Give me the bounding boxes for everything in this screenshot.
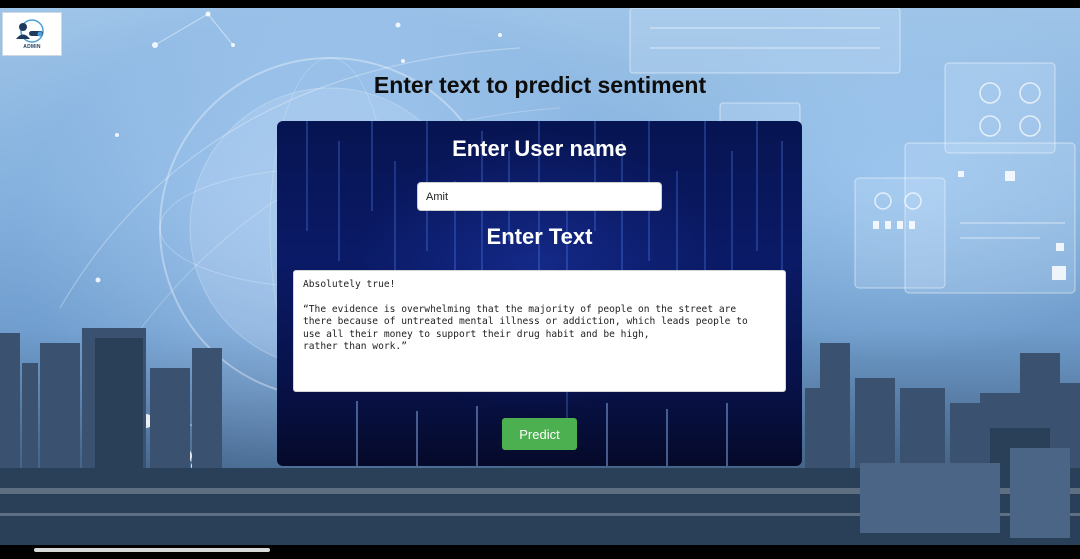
logo-label: ADMIN bbox=[23, 43, 41, 50]
predict-button[interactable]: Predict bbox=[502, 418, 577, 450]
window-top-bar bbox=[0, 0, 1080, 8]
page-title: Enter text to predict sentiment bbox=[373, 72, 707, 98]
username-input[interactable] bbox=[417, 182, 662, 211]
horizontal-scrollbar[interactable] bbox=[34, 548, 270, 552]
admin-user-icon bbox=[16, 18, 44, 43]
sentiment-text-input[interactable] bbox=[293, 270, 786, 392]
text-heading: Enter Text bbox=[486, 224, 593, 249]
window-bottom-bar bbox=[0, 545, 1080, 559]
sentiment-form-card: Enter User name Enter Text Predict bbox=[277, 121, 802, 466]
username-heading: Enter User name bbox=[452, 136, 627, 161]
admin-logo: ADMIN bbox=[2, 12, 62, 56]
